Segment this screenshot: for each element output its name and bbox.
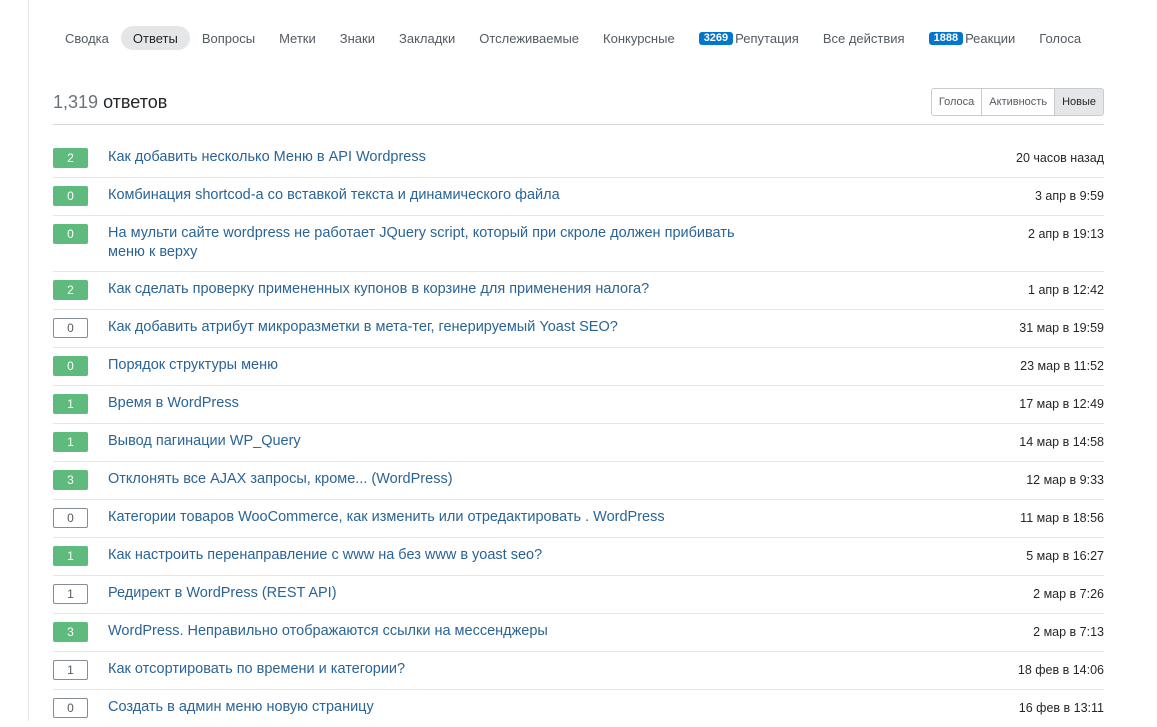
tab-8[interactable]: 3269 Репутация bbox=[687, 26, 811, 50]
answer-title-link[interactable]: Как добавить атрибут микроразметки в мет… bbox=[108, 318, 768, 337]
answer-title-link[interactable]: Порядок структуры меню bbox=[108, 356, 768, 375]
tab-label: Конкурсные bbox=[603, 30, 675, 46]
answer-row: 0 Комбинация shortcod-a со вставкой текст… bbox=[53, 178, 1104, 216]
vote-count: 1 bbox=[53, 584, 88, 604]
sort-options: Голоса Активность Новые bbox=[930, 88, 1104, 116]
answers-count-label: ответов bbox=[103, 92, 168, 112]
vote-count: 0 bbox=[53, 186, 88, 206]
vote-count: 2 bbox=[53, 280, 88, 300]
tab-label: Вопросы bbox=[201, 30, 256, 46]
sort-button-0[interactable]: Голоса bbox=[931, 89, 982, 115]
tab-count-badge: 3269 bbox=[698, 31, 734, 45]
answer-title-link[interactable]: Как настроить перенаправление с www на б… bbox=[108, 546, 768, 565]
tab-label: Закладки bbox=[398, 30, 456, 46]
answer-row: 1 Как настроить перенаправление с www на … bbox=[53, 538, 1104, 576]
tab-11[interactable]: Голоса bbox=[1027, 26, 1093, 50]
vote-count: 1 bbox=[53, 546, 88, 566]
answer-title-link[interactable]: Редирект в WordPress (REST API) bbox=[108, 584, 768, 603]
answer-title-link[interactable]: Отклонять все AJAX запросы, кроме... (Wo… bbox=[108, 470, 768, 489]
answer-date: 5 мар в 16:27 bbox=[1026, 549, 1104, 563]
answer-title-link[interactable]: Как добавить несколько Меню в API Wordpr… bbox=[108, 148, 768, 167]
answer-title-link[interactable]: WordPress. Неправильно отображаются ссыл… bbox=[108, 622, 768, 641]
tab-2[interactable]: Вопросы bbox=[190, 26, 267, 50]
answer-date: 23 мар в 11:52 bbox=[1020, 359, 1104, 373]
sort-button-2[interactable]: Новые bbox=[1054, 89, 1103, 115]
answer-title-link[interactable]: Как сделать проверку примененных купонов… bbox=[108, 280, 768, 299]
answer-date: 3 апр в 9:59 bbox=[1034, 189, 1104, 203]
answer-title-link[interactable]: Вывод пагинации WP_Query bbox=[108, 432, 768, 451]
vote-count: 0 bbox=[53, 318, 88, 338]
answer-row: 0 Как добавить атрибут микроразметки в ме… bbox=[53, 310, 1104, 348]
tab-label: Все действия bbox=[822, 30, 905, 46]
tab-label: Голоса bbox=[1039, 30, 1082, 46]
vote-count: 0 bbox=[53, 224, 88, 244]
tab-label: Знаки bbox=[339, 30, 375, 46]
answer-title-link[interactable]: Категории товаров WooCommerce, как измен… bbox=[108, 508, 768, 527]
answer-row: 1 Вывод пагинации WP_Query 14 мар в 14:58 bbox=[53, 424, 1104, 462]
answer-title-link[interactable]: На мульти сайте wordpress не работает JQ… bbox=[108, 224, 768, 262]
tab-4[interactable]: Знаки bbox=[328, 26, 387, 50]
vote-count: 0 bbox=[53, 698, 88, 718]
answer-row: 0 Создать в админ меню новую страницу 16 ф… bbox=[53, 690, 1104, 727]
answer-date: 17 мар в 12:49 bbox=[1019, 397, 1104, 411]
vote-count: 3 bbox=[53, 622, 88, 642]
tab-9[interactable]: Все действия bbox=[811, 26, 917, 50]
tab-label: Ответы bbox=[132, 30, 178, 46]
answer-row: 1 Время в WordPress 17 мар в 12:49 bbox=[53, 386, 1104, 424]
vote-count: 3 bbox=[53, 470, 88, 490]
answer-date: 2 апр в 19:13 bbox=[1028, 227, 1104, 241]
tab-count-badge: 1888 bbox=[928, 31, 964, 45]
answers-count-heading: 1,319 ответов bbox=[53, 92, 167, 113]
tab-0[interactable]: Сводка bbox=[53, 26, 121, 50]
vote-count: 0 bbox=[53, 508, 88, 528]
tab-label: Репутация bbox=[735, 30, 799, 46]
answer-row: 3 WordPress. Неправильно отображаются ссы… bbox=[53, 614, 1104, 652]
answers-list: 2 Как добавить несколько Меню в API Wordp… bbox=[53, 140, 1104, 727]
vote-count: 1 bbox=[53, 660, 88, 680]
tab-7[interactable]: Конкурсные bbox=[591, 26, 687, 50]
answer-row: 0 Порядок структуры меню 23 мар в 11:52 bbox=[53, 348, 1104, 386]
answer-row: 3 Отклонять все AJAX запросы, кроме... (W… bbox=[53, 462, 1104, 500]
tab-label: Реакции bbox=[965, 30, 1016, 46]
profile-tabs: Сводка Ответы Вопросы Метки Знаки Закладки Отс… bbox=[53, 26, 1093, 50]
answer-row: 1 Как отсортировать по времени и категори… bbox=[53, 652, 1104, 690]
tab-label: Отслеживаемые bbox=[479, 30, 580, 46]
answers-header: 1,319 ответов Голоса Активность Новые bbox=[53, 88, 1104, 125]
answer-date: 14 мар в 14:58 bbox=[1019, 435, 1104, 449]
tab-label: Метки bbox=[279, 30, 316, 46]
answer-row: 2 Как сделать проверку примененных купоно… bbox=[53, 272, 1104, 310]
answer-title-link[interactable]: Создать в админ меню новую страницу bbox=[108, 698, 768, 717]
answer-row: 2 Как добавить несколько Меню в API Wordp… bbox=[53, 140, 1104, 178]
vote-count: 1 bbox=[53, 432, 88, 452]
left-divider bbox=[28, 0, 29, 721]
answers-count: 1,319 bbox=[53, 92, 99, 112]
tab-5[interactable]: Закладки bbox=[387, 26, 467, 50]
answer-title-link[interactable]: Время в WordPress bbox=[108, 394, 768, 413]
tab-6[interactable]: Отслеживаемые bbox=[467, 26, 591, 50]
answer-date: 2 мар в 7:13 bbox=[1033, 625, 1104, 639]
tab-10[interactable]: 1888 Реакции bbox=[917, 26, 1028, 50]
answer-date: 18 фев в 14:06 bbox=[1017, 663, 1104, 677]
answer-title-link[interactable]: Как отсортировать по времени и категории… bbox=[108, 660, 768, 679]
answer-row: 1 Редирект в WordPress (REST API) 2 мар в … bbox=[53, 576, 1104, 614]
answer-date: 12 мар в 9:33 bbox=[1026, 473, 1104, 487]
sort-button-1[interactable]: Активность bbox=[981, 89, 1055, 115]
tab-1[interactable]: Ответы bbox=[120, 26, 190, 50]
answer-date: 1 апр в 12:42 bbox=[1028, 283, 1104, 297]
vote-count: 2 bbox=[53, 148, 88, 168]
answer-title-link[interactable]: Комбинация shortcod-a со вставкой текста… bbox=[108, 186, 768, 205]
answer-date: 2 мар в 7:26 bbox=[1033, 587, 1104, 601]
vote-count: 1 bbox=[53, 394, 88, 414]
answer-date: 31 мар в 19:59 bbox=[1019, 321, 1104, 335]
answer-row: 0 Категории товаров WooCommerce, как изме… bbox=[53, 500, 1104, 538]
vote-count: 0 bbox=[53, 356, 88, 376]
answer-date: 11 мар в 18:56 bbox=[1020, 511, 1104, 525]
answer-date: 20 часов назад bbox=[1016, 151, 1104, 165]
tab-3[interactable]: Метки bbox=[267, 26, 328, 50]
answer-date: 16 фев в 13:11 bbox=[1018, 701, 1104, 715]
answer-row: 0 На мульти сайте wordpress не работает J… bbox=[53, 216, 1104, 272]
tab-label: Сводка bbox=[65, 30, 109, 46]
